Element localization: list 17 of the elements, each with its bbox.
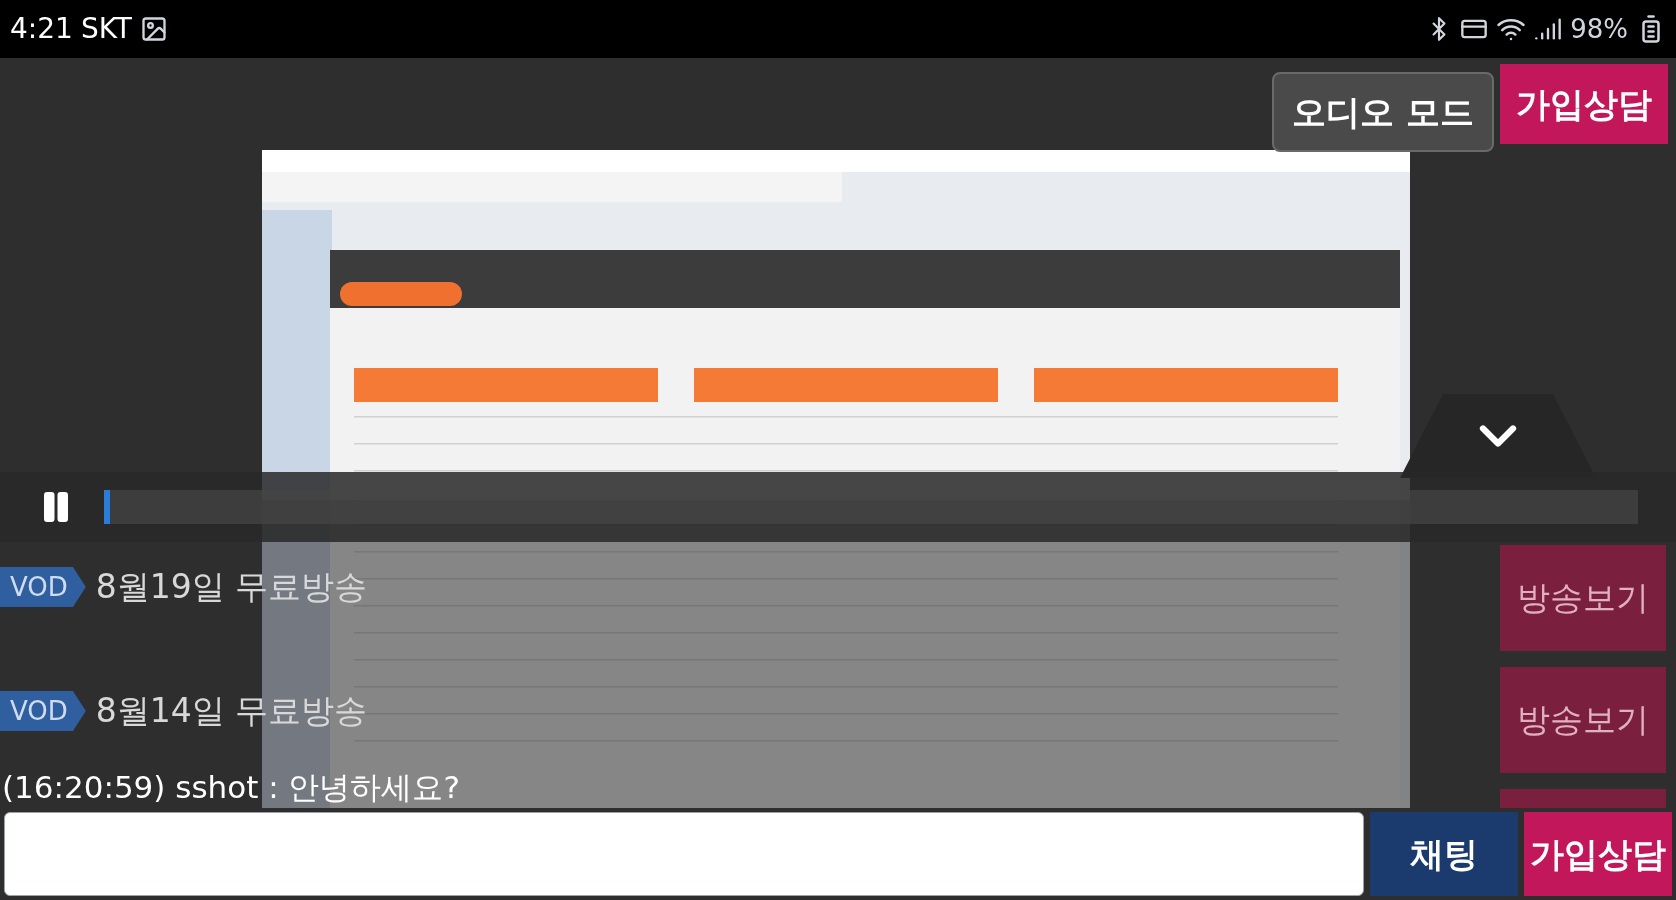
battery-percent: 98% [1570,12,1628,46]
carrier-name: SKT [80,11,132,47]
audio-mode-button[interactable]: 오디오 모드 [1272,72,1494,152]
partial-button[interactable] [1500,789,1666,809]
vod-tag: VOD [0,691,86,731]
clock: 4:21 [10,11,73,47]
watch-broadcast-button[interactable]: 방송보기 [1500,667,1666,773]
progress-track[interactable] [104,490,1638,524]
signup-button[interactable]: 가입상담 [1524,812,1672,896]
progress-thumb[interactable] [104,490,110,524]
image-icon [139,15,168,43]
signup-button[interactable]: 가입상담 [1500,64,1668,144]
chat-input[interactable] [4,812,1364,896]
watch-broadcast-button[interactable]: 방송보기 [1500,545,1666,651]
chat-message: (16:20:59) sshot : 안녕하세요? [2,768,460,807]
vod-tag: VOD [0,567,86,607]
chat-send-button[interactable]: 채팅 [1370,812,1518,896]
